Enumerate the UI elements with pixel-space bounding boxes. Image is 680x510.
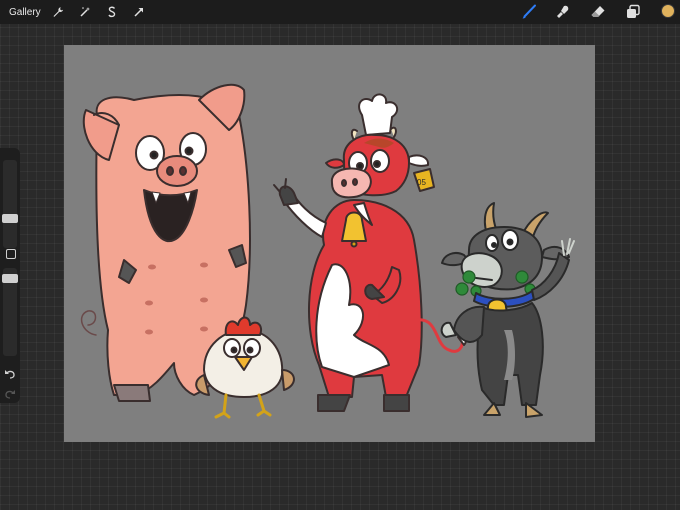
undo-icon[interactable] xyxy=(4,366,16,379)
gallery-button[interactable]: Gallery xyxy=(9,7,41,18)
left-sidebar xyxy=(0,148,20,403)
cow-character: 05 xyxy=(273,93,468,412)
color-picker-button[interactable] xyxy=(661,4,675,18)
brush-icon[interactable] xyxy=(521,4,537,20)
opacity-thumb[interactable] xyxy=(2,274,18,283)
wrench-icon[interactable] xyxy=(51,5,65,19)
selection-icon[interactable] xyxy=(105,5,119,19)
transform-arrow-icon[interactable] xyxy=(132,5,146,19)
smudge-icon[interactable] xyxy=(555,4,571,20)
magic-wand-icon[interactable] xyxy=(78,5,92,19)
top-toolbar: Gallery xyxy=(0,0,680,24)
modify-button[interactable] xyxy=(6,249,16,259)
cow-tag-label: 05 xyxy=(417,178,426,187)
redo-icon[interactable] xyxy=(4,386,16,399)
canvas-artwork: 05 xyxy=(80,83,575,419)
goat-character xyxy=(440,202,575,418)
layers-icon[interactable] xyxy=(625,4,641,20)
brush-size-thumb[interactable] xyxy=(2,214,18,223)
drawing-canvas[interactable]: 05 xyxy=(64,45,595,442)
eraser-icon[interactable] xyxy=(590,4,606,20)
brush-size-slider[interactable] xyxy=(3,160,17,248)
